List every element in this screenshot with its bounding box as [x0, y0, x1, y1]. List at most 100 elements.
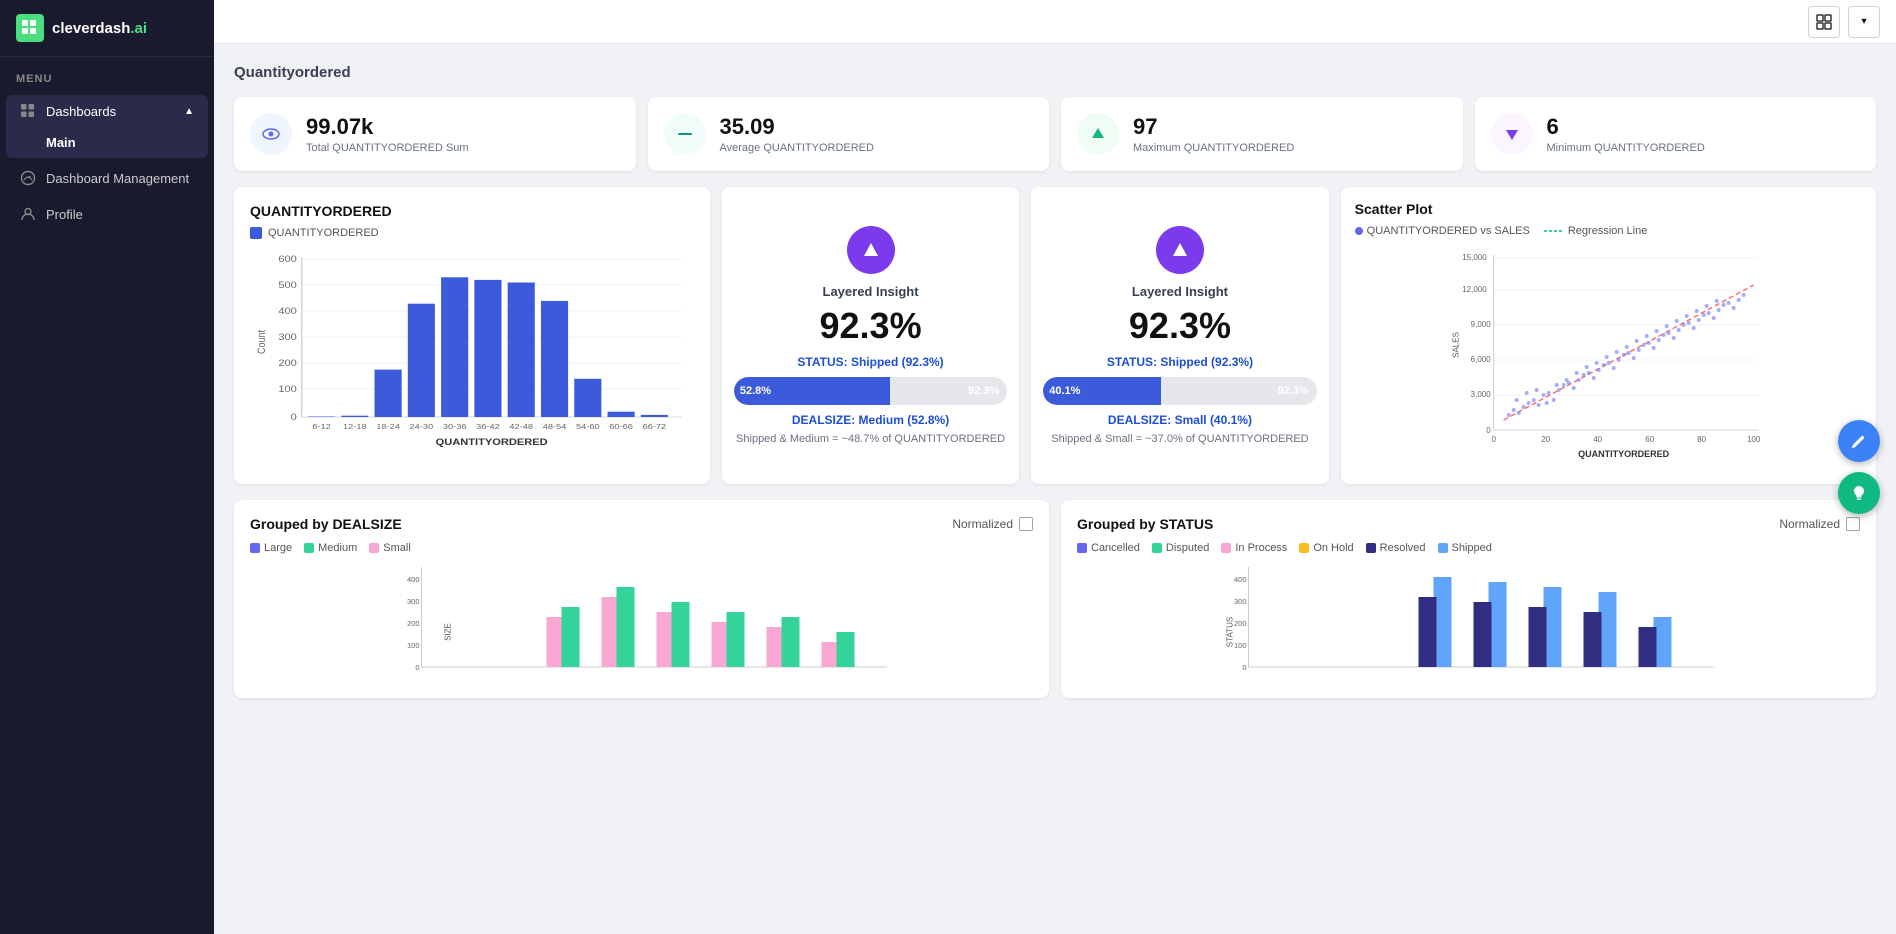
gauge-icon: [20, 170, 36, 186]
fab-container: [1838, 420, 1880, 514]
menu-label: MENU: [0, 57, 214, 93]
nav-group-header-left: Dashboards: [20, 103, 116, 119]
svg-text:400: 400: [407, 575, 420, 584]
kpi-value-average: 35.09: [720, 114, 874, 140]
legend-disputed-dot: [1152, 543, 1162, 553]
insight-card-2: Layered Insight 92.3% STATUS: Shipped (9…: [1031, 187, 1328, 484]
legend-medium: Medium: [304, 542, 357, 554]
scatter-dot-label: QUANTITYORDERED vs SALES: [1367, 225, 1530, 237]
insight-up-icon-2: [1169, 239, 1191, 261]
fab-edit-button[interactable]: [1838, 420, 1880, 462]
fab-insight-button[interactable]: [1838, 472, 1880, 514]
histogram-chart: 0 100 200 300 400 500 600: [250, 247, 694, 447]
sidebar: cleverdash.ai MENU Dashboards ▲ Main D: [0, 0, 214, 934]
kpi-label-average: Average QUANTITYORDERED: [720, 142, 874, 154]
kpi-card-minimum: 6 Minimum QUANTITYORDERED: [1475, 97, 1877, 171]
insight-bar-right-label-1: 92.3%: [968, 385, 999, 397]
legend-inprocess: In Process: [1221, 542, 1287, 554]
sidebar-sub-item-main[interactable]: Main: [6, 127, 208, 158]
legend-cancelled: Cancelled: [1077, 542, 1140, 554]
kpi-value-minimum: 6: [1547, 114, 1705, 140]
svg-text:24-30: 24-30: [410, 422, 434, 431]
svg-text:Count: Count: [256, 330, 268, 354]
legend-resolved-label: Resolved: [1380, 542, 1426, 554]
svg-text:200: 200: [407, 619, 420, 628]
legend-small-label: Small: [383, 542, 411, 554]
legend-medium-label: Medium: [318, 542, 357, 554]
topbar-icons: ▾: [1808, 6, 1880, 38]
grouped-status-chart: STATUS 0 100 200 300 400: [1077, 562, 1860, 682]
legend-onhold: On Hold: [1299, 542, 1353, 554]
svg-text:0: 0: [1491, 435, 1496, 444]
grouped-status-title: Grouped by STATUS: [1077, 516, 1213, 532]
scatter-legend-line: Regression Line: [1544, 225, 1648, 237]
status-chart-svg: STATUS 0 100 200 300 400: [1077, 562, 1860, 682]
svg-text:15,000: 15,000: [1462, 253, 1487, 262]
insight-bar-1: 52.8% 92.3%: [734, 377, 1007, 405]
svg-text:60: 60: [1645, 435, 1654, 444]
histogram-legend-square: [250, 227, 262, 239]
svg-text:300: 300: [407, 597, 420, 606]
profile-label: Profile: [46, 207, 83, 222]
histogram-card: QUANTITYORDERED QUANTITYORDERED 0 100: [234, 187, 710, 484]
logo-icon: [16, 14, 44, 42]
kpi-icon-total: [250, 113, 292, 155]
nav-group-dashboards-header[interactable]: Dashboards ▲: [6, 95, 208, 127]
svg-text:300: 300: [1234, 597, 1247, 606]
bottom-row: Grouped by DEALSIZE Normalized Large Med…: [234, 500, 1876, 698]
svg-text:300: 300: [278, 333, 297, 343]
insight-status-2: STATUS: Shipped (92.3%): [1107, 355, 1253, 369]
insight-sub-2: Shipped & Small = ~37.0% of QUANTITYORDE…: [1051, 433, 1308, 445]
legend-cancelled-label: Cancelled: [1091, 542, 1140, 554]
svg-text:500: 500: [278, 281, 297, 291]
grid-layout-button[interactable]: [1808, 6, 1840, 38]
grouped-status-header: Grouped by STATUS Normalized: [1077, 516, 1860, 532]
minus-icon: [675, 124, 695, 144]
scatter-legend-dot: QUANTITYORDERED vs SALES: [1355, 225, 1530, 237]
insight-bar-left-label-1: 52.8%: [740, 385, 771, 397]
kpi-icon-average: [664, 113, 706, 155]
svg-text:66-72: 66-72: [643, 422, 667, 431]
grouped-dealsize-header: Grouped by DEALSIZE Normalized: [250, 516, 1033, 532]
svg-text:200: 200: [278, 359, 297, 369]
grouped-status-legend: Cancelled Disputed In Process On Hold: [1077, 542, 1860, 554]
eye-icon: [261, 124, 281, 144]
svg-text:80: 80: [1697, 435, 1706, 444]
svg-text:6-12: 6-12: [312, 422, 331, 431]
kpi-card-total: 99.07k Total QUANTITYORDERED Sum: [234, 97, 636, 171]
svg-text:400: 400: [278, 307, 297, 317]
histogram-svg: 0 100 200 300 400 500 600: [250, 247, 694, 447]
normalized-checkbox-status[interactable]: [1846, 517, 1860, 531]
kpi-info-minimum: 6 Minimum QUANTITYORDERED: [1547, 114, 1705, 154]
insight-status-1: STATUS: Shipped (92.3%): [797, 355, 943, 369]
sidebar-item-dashboard-management[interactable]: Dashboard Management: [6, 162, 208, 194]
legend-onhold-label: On Hold: [1313, 542, 1353, 554]
main-content: ▾ Quantityordered 99.07k Total QUANTITYO…: [214, 0, 1896, 934]
svg-text:0: 0: [291, 413, 298, 423]
svg-text:400: 400: [1234, 575, 1247, 584]
insight-pct-2: 92.3%: [1129, 305, 1231, 347]
svg-text:600: 600: [278, 255, 297, 265]
grouped-dealsize-normalized: Normalized: [952, 517, 1033, 531]
svg-text:54-60: 54-60: [576, 422, 600, 431]
legend-shipped: Shipped: [1438, 542, 1492, 554]
insight-icon-1: [847, 226, 895, 274]
topbar-chevron-button[interactable]: ▾: [1848, 6, 1880, 38]
svg-text:SIZE: SIZE: [444, 623, 453, 641]
svg-text:0: 0: [1242, 663, 1246, 672]
legend-disputed: Disputed: [1152, 542, 1209, 554]
normalized-text-dealsize: Normalized: [952, 517, 1013, 531]
svg-text:48-54: 48-54: [543, 422, 567, 431]
kpi-value-total: 99.07k: [306, 114, 469, 140]
insight-icon-2: [1156, 226, 1204, 274]
normalized-checkbox-dealsize[interactable]: [1019, 517, 1033, 531]
histogram-legend: QUANTITYORDERED: [250, 227, 694, 239]
kpi-row: 99.07k Total QUANTITYORDERED Sum 35.09 A…: [234, 97, 1876, 171]
nav-group-dashboards[interactable]: Dashboards ▲ Main: [6, 95, 208, 158]
insight-bar-left-label-2: 40.1%: [1049, 385, 1080, 397]
sidebar-item-profile[interactable]: Profile: [6, 198, 208, 230]
grid-layout-icon: [1816, 14, 1832, 30]
kpi-card-maximum: 97 Maximum QUANTITYORDERED: [1061, 97, 1463, 171]
scatter-dot-icon: [1355, 227, 1363, 235]
svg-text:100: 100: [278, 385, 297, 395]
